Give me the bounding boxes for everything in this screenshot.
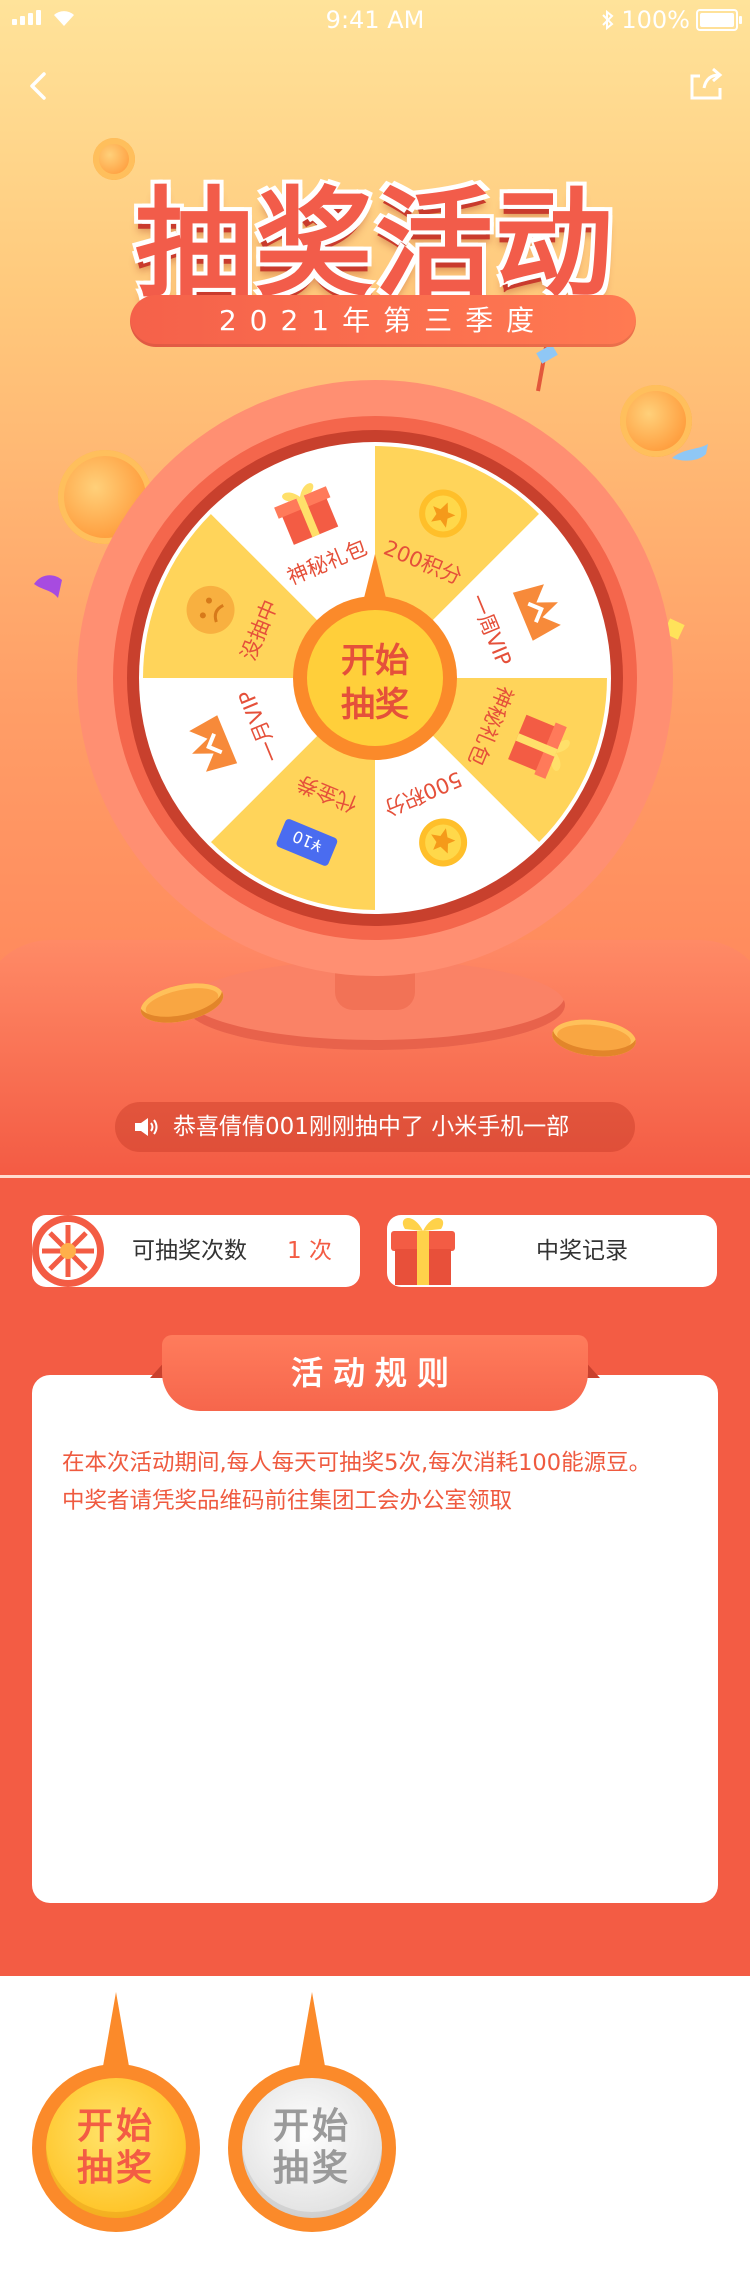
page-title: 抽奖活动 bbox=[134, 175, 615, 313]
draw-count-value: 1 次 bbox=[287, 1238, 332, 1264]
bluetooth-icon bbox=[602, 9, 614, 31]
notice-text: 恭喜倩倩001刚刚抽中了 小米手机一部 bbox=[173, 1114, 570, 1140]
button-label: 开始 抽奖 bbox=[272, 2106, 351, 2189]
button-label: 开始 抽奖 bbox=[76, 2106, 155, 2189]
rules-line: 中奖者请凭奖品维码前往集团工会办公室领取 bbox=[62, 1488, 513, 1514]
hero-area: 9:41 AM 100% 抽奖活动 2021年第三季度 200积分 一周VIP 神秘… bbox=[0, 0, 750, 1175]
lottery-page: 9:41 AM 100% 抽奖活动 2021年第三季度 200积分 一周VIP 神秘… bbox=[0, 0, 750, 2290]
pointer-icon bbox=[102, 1992, 130, 2072]
confetti-decoration bbox=[34, 575, 62, 598]
share-icon[interactable] bbox=[686, 64, 726, 104]
season-banner: 2021年第三季度 bbox=[130, 295, 636, 347]
win-records-label: 中奖记录 bbox=[536, 1238, 628, 1264]
rules-text: 在本次活动期间,每人每天可抽奖5次,每次消耗100能源豆。 中奖者请凭奖品维码前… bbox=[62, 1444, 692, 1520]
win-records-button[interactable]: 中奖记录 bbox=[387, 1215, 717, 1287]
start-draw-button-active[interactable]: 开始 抽奖 bbox=[32, 1992, 200, 2232]
status-bar: 9:41 AM 100% bbox=[0, 0, 750, 40]
battery-percent: 100% bbox=[621, 6, 690, 34]
winner-notice: 恭喜倩倩001刚刚抽中了 小米手机一部 bbox=[115, 1102, 635, 1152]
rules-line: 在本次活动期间,每人每天可抽奖5次,每次消耗100能源豆。 bbox=[62, 1450, 652, 1476]
battery-icon bbox=[696, 9, 742, 31]
back-arrow-icon[interactable] bbox=[24, 66, 54, 106]
confetti-decoration bbox=[672, 444, 708, 461]
wheel-icon bbox=[32, 1215, 104, 1287]
speaker-icon bbox=[135, 1118, 158, 1136]
start-draw-button-disabled[interactable]: 开始 抽奖 bbox=[228, 1992, 396, 2232]
rules-title: 活动规则 bbox=[162, 1335, 588, 1411]
draw-count-card: 可抽奖次数 1 次 bbox=[32, 1215, 360, 1287]
pointer-icon bbox=[298, 1992, 326, 2072]
draw-count-label: 可抽奖次数 bbox=[132, 1238, 247, 1264]
prize-wheel: 200积分一周VIP神秘礼包500积分代金券¥10一月VIP没抽中神秘礼包开始抽… bbox=[77, 380, 673, 976]
wheel-center-label[interactable]: 开始 bbox=[341, 641, 409, 681]
wheel-center-label[interactable]: 抽奖 bbox=[341, 685, 409, 725]
